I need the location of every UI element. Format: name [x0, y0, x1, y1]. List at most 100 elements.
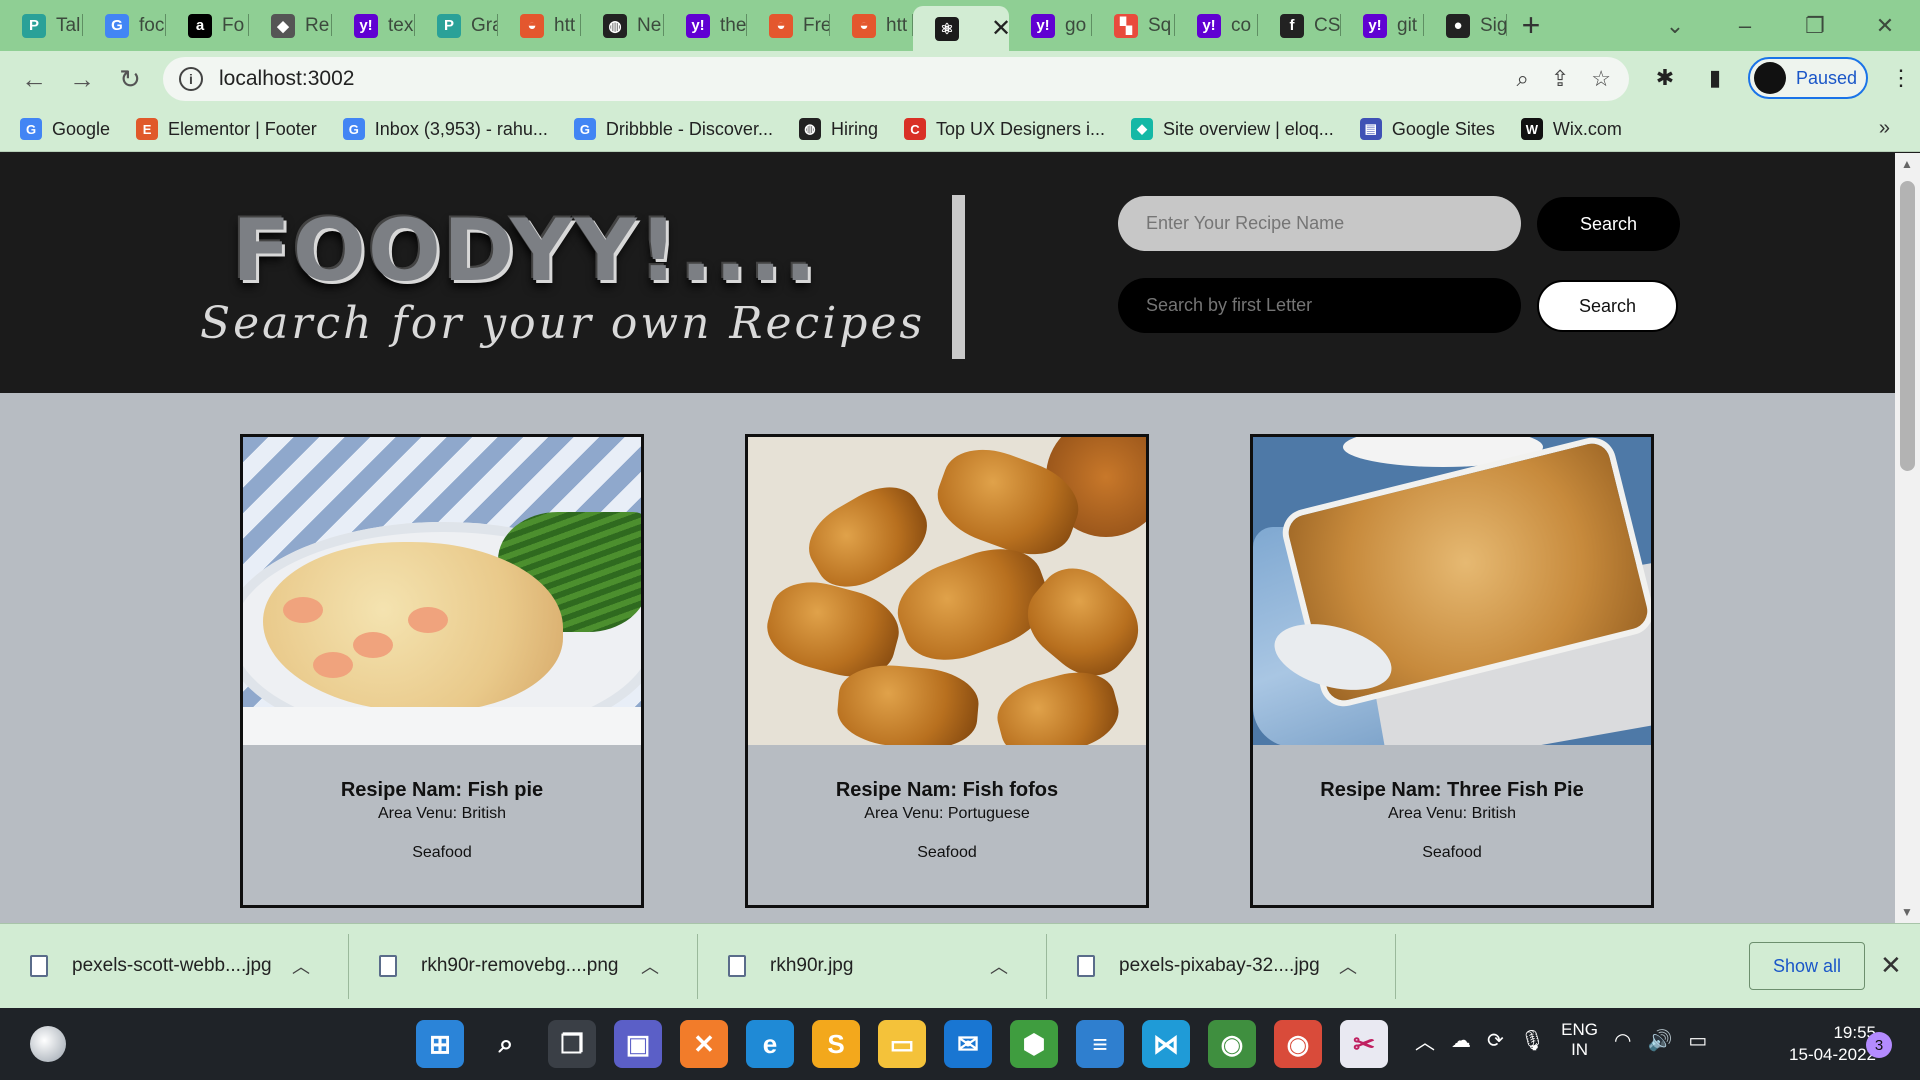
file-explorer-icon[interactable]: ▭ — [878, 1020, 926, 1068]
window-controls: ⌄ – ❐ ✕ — [1640, 0, 1920, 51]
tab-search-icon[interactable]: ⌄ — [1640, 13, 1710, 39]
language-indicator[interactable]: ENG IN — [1561, 1020, 1598, 1060]
chrome-profile-icon[interactable]: ◉ — [1274, 1020, 1322, 1068]
more-bookmarks-icon[interactable]: » — [1879, 117, 1890, 140]
tab-label: Sig — [1480, 14, 1507, 36]
clock[interactable]: 19:55 15-04-2022 — [1764, 1022, 1876, 1066]
file-icon — [728, 955, 746, 977]
bookmark-item[interactable]: W Wix.com — [1520, 118, 1622, 140]
search-icon[interactable]: ⌕ — [482, 1020, 530, 1068]
chevron-up-icon[interactable]: ︿ — [292, 953, 310, 979]
chevron-up-icon[interactable]: ︿ — [990, 953, 1008, 979]
bookmark-star-icon[interactable]: ☆ — [1591, 66, 1611, 92]
microphone-icon[interactable]: 🎙 — [1520, 1028, 1545, 1053]
browser-tab[interactable]: ◒ htt — [830, 0, 913, 51]
start-icon[interactable]: ⊞ — [416, 1020, 464, 1068]
forward-icon[interactable]: → — [58, 64, 106, 95]
minimize-button[interactable]: – — [1710, 13, 1780, 39]
bookmark-item[interactable]: G Google — [20, 118, 110, 140]
search-by-name-button[interactable]: Search — [1537, 197, 1680, 251]
chrome-icon[interactable]: ◉ — [1208, 1020, 1256, 1068]
share-icon[interactable]: ⇪ — [1551, 66, 1569, 92]
nodejs-icon[interactable]: ⬢ — [1010, 1020, 1058, 1068]
recipe-card[interactable]: Resipe Nam: Fish pie Area Venu: British … — [240, 434, 644, 908]
chevron-up-icon[interactable]: ︿ — [1339, 953, 1357, 979]
battery-icon[interactable]: ▭ — [1688, 1028, 1707, 1053]
back-icon[interactable]: ← — [10, 64, 58, 95]
zoom-icon[interactable]: ⌕ — [1517, 66, 1529, 92]
close-window-button[interactable]: ✕ — [1850, 13, 1920, 39]
download-filename: pexels-pixabay-32....jpg — [1119, 955, 1320, 976]
wifi-icon[interactable]: ◠ — [1614, 1028, 1631, 1053]
bookmark-item[interactable]: ◆ Site overview | eloq... — [1131, 118, 1334, 140]
close-tab-icon[interactable]: ✕ — [991, 14, 1009, 43]
browser-tab[interactable]: Gfoc — [83, 0, 166, 51]
edge-icon[interactable]: e — [746, 1020, 794, 1068]
vscode-icon[interactable]: ⋈ — [1142, 1020, 1190, 1068]
chat-icon[interactable]: ▣ — [614, 1020, 662, 1068]
download-item[interactable]: pexels-pixabay-32....jpg ︿ — [1047, 924, 1396, 1009]
browser-tab[interactable]: y! go — [1009, 0, 1092, 51]
page-scrollbar[interactable]: ▲ ▼ — [1895, 153, 1920, 923]
notepad-icon[interactable]: ≡ — [1076, 1020, 1124, 1068]
site-info-icon[interactable]: i — [179, 67, 203, 91]
volume-icon[interactable]: 🔊 — [1647, 1028, 1672, 1053]
browser-tab[interactable]: ◒ htt — [498, 0, 581, 51]
search-by-letter-button[interactable]: Search — [1537, 280, 1678, 332]
show-all-downloads-button[interactable]: Show all — [1749, 942, 1865, 990]
bookmark-item[interactable]: E Elementor | Footer — [136, 118, 317, 140]
notification-badge[interactable]: 3 — [1866, 1032, 1892, 1058]
restore-button[interactable]: ❐ — [1780, 13, 1850, 39]
bookmark-item[interactable]: G Inbox (3,953) - rahu... — [342, 118, 548, 140]
browser-tab[interactable]: a Fo — [166, 0, 249, 51]
browser-tab[interactable]: y! co — [1175, 0, 1258, 51]
browser-tab[interactable]: ◍ Ne — [581, 0, 664, 51]
side-panel-icon[interactable]: ▮ — [1698, 65, 1732, 91]
chevron-up-icon[interactable]: ︿ — [641, 953, 659, 979]
cloud-icon[interactable]: ☁ — [1451, 1028, 1471, 1053]
task-view-icon[interactable]: ❐ — [548, 1020, 596, 1068]
recipe-card[interactable]: Resipe Nam: Three Fish Pie Area Venu: Br… — [1250, 434, 1654, 908]
browser-tab[interactable]: y! the — [664, 0, 747, 51]
download-item[interactable]: rkh90r.jpg ︿ — [698, 924, 1047, 1009]
new-tab-button[interactable]: + — [1507, 0, 1555, 51]
xampp-icon[interactable]: ✕ — [680, 1020, 728, 1068]
scrollbar-thumb[interactable] — [1900, 181, 1915, 471]
browser-tab[interactable]: P Tal — [0, 0, 83, 51]
scroll-down-icon[interactable]: ▼ — [1901, 905, 1913, 919]
browser-tab[interactable]: y! git — [1341, 0, 1424, 51]
download-item[interactable]: rkh90r-removebg....png ︿ — [349, 924, 698, 1009]
browser-tab[interactable]: ◒ Fre — [747, 0, 830, 51]
bookmark-item[interactable]: ▤ Google Sites — [1359, 118, 1495, 140]
browser-tab[interactable]: f CS — [1258, 0, 1341, 51]
browser-tab[interactable]: y! tex — [332, 0, 415, 51]
browser-tab[interactable]: ● Sig — [1424, 0, 1507, 51]
chevron-up-icon[interactable]: ︿ — [1415, 1026, 1435, 1055]
recipe-name-search-input[interactable] — [1118, 196, 1521, 251]
download-item[interactable]: pexels-scott-webb....jpg ︿ — [0, 924, 349, 1009]
tab-label: the — [720, 14, 747, 36]
tab-label: go — [1065, 14, 1087, 36]
extensions-icon[interactable]: ✱ — [1648, 65, 1682, 91]
scroll-up-icon[interactable]: ▲ — [1901, 157, 1913, 171]
weather-icon[interactable] — [30, 1026, 66, 1062]
sublime-icon[interactable]: S — [812, 1020, 860, 1068]
close-downloads-icon[interactable]: ✕ — [1880, 950, 1902, 981]
mail-icon[interactable]: ✉ — [944, 1020, 992, 1068]
bookmark-item[interactable]: C Top UX Designers i... — [903, 118, 1105, 140]
recipe-card[interactable]: Resipe Nam: Fish fofos Area Venu: Portug… — [745, 434, 1149, 908]
browser-tab[interactable]: ▚ Sq — [1092, 0, 1175, 51]
sync-icon[interactable]: ⟳ — [1487, 1028, 1504, 1053]
browser-tab[interactable]: ⚛ ✕ — [913, 6, 1009, 51]
profile-button[interactable]: Paused — [1748, 57, 1868, 99]
browser-tab[interactable]: ◆ Re — [249, 0, 332, 51]
browser-tab[interactable]: P Gra — [415, 0, 498, 51]
downloads-bar: pexels-scott-webb....jpg ︿ rkh90r-remove… — [0, 923, 1920, 1008]
first-letter-search-input[interactable] — [1118, 278, 1521, 333]
snipping-tool-icon[interactable]: ✂ — [1340, 1020, 1388, 1068]
bookmark-item[interactable]: ◍ Hiring — [798, 118, 878, 140]
bookmark-item[interactable]: G Dribbble - Discover... — [573, 118, 773, 140]
reload-icon[interactable]: ↻ — [106, 64, 154, 95]
menu-icon[interactable]: ⋮ — [1884, 65, 1918, 91]
address-bar[interactable]: i localhost:3002 ⌕ ⇪ ☆ — [163, 57, 1629, 101]
